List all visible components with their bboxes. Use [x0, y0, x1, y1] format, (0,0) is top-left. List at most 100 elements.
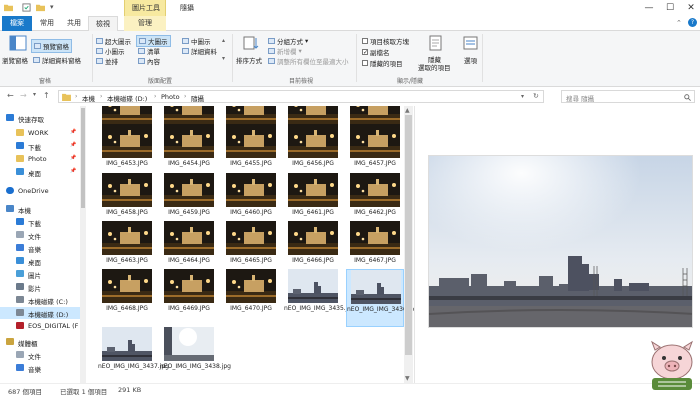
- up-arrow-icon[interactable]: ↑: [43, 91, 50, 100]
- navigation-pane-button[interactable]: 瀏覽窗格: [2, 55, 28, 65]
- pin-icon[interactable]: 📌: [70, 129, 76, 135]
- properties-icon[interactable]: [22, 3, 31, 12]
- breadcrumb-item[interactable]: 本機: [82, 93, 95, 103]
- file-tile[interactable]: IMG_6463.JPG: [98, 221, 156, 270]
- item-checkboxes-toggle[interactable]: 項目核取方塊: [362, 36, 409, 46]
- hide-selected-icon[interactable]: [427, 35, 445, 51]
- maximize-button[interactable]: ☐: [663, 2, 677, 14]
- pin-icon[interactable]: 📌: [70, 168, 76, 174]
- file-tile[interactable]: IMG_6469.JPG: [160, 269, 218, 318]
- navigation-pane-icon[interactable]: [9, 35, 27, 51]
- file-tile[interactable]: IMG_6470.JPG: [222, 269, 280, 318]
- file-tile[interactable]: IMG_6466.JPG: [284, 221, 342, 270]
- layout-details[interactable]: 詳細資料: [182, 46, 217, 56]
- address-dropdown-icon[interactable]: ▾: [521, 93, 524, 100]
- layout-more-icon[interactable]: ▾: [222, 55, 225, 62]
- layout-medium-icons[interactable]: 中圖示: [182, 36, 211, 46]
- tab-file[interactable]: 檔案: [2, 16, 32, 31]
- sidebar-item[interactable]: 音樂: [0, 242, 80, 254]
- details-pane-button[interactable]: 詳細資料窗格: [33, 55, 81, 65]
- minimize-button[interactable]: —: [642, 2, 656, 14]
- close-button[interactable]: ✕: [684, 2, 698, 14]
- file-tile[interactable]: nEO_IMG_IMG_3437.jpg: [98, 327, 169, 383]
- sort-by-icon[interactable]: [242, 35, 260, 51]
- quick-access-dropdown-icon[interactable]: ▾: [50, 3, 54, 11]
- file-tile[interactable]: IMG_6454.JPG: [160, 124, 218, 173]
- tab-manage[interactable]: 管理: [124, 16, 166, 31]
- file-tile[interactable]: IMG_6455.JPG: [222, 124, 280, 173]
- file-tile[interactable]: IMG_6458.JPG: [98, 173, 156, 222]
- sidebar-item[interactable]: 快速存取: [0, 112, 80, 124]
- refresh-icon[interactable]: ↻: [533, 92, 539, 100]
- layout-content[interactable]: 內容: [138, 56, 160, 66]
- tab-home[interactable]: 常用: [34, 16, 60, 31]
- sidebar-item[interactable]: 桌面: [0, 255, 80, 267]
- sidebar-item[interactable]: Photo 📌: [0, 153, 80, 165]
- layout-scroll-up-icon[interactable]: ▴: [222, 37, 225, 44]
- hide-selected-button-line2[interactable]: 選取的項目: [418, 62, 451, 72]
- collapse-ribbon-icon[interactable]: ⌃: [676, 19, 682, 27]
- breadcrumb-item[interactable]: 隨攝: [191, 93, 204, 103]
- sidebar-scroll-thumb[interactable]: [81, 108, 85, 208]
- file-tile[interactable]: IMG_6464.JPG: [160, 221, 218, 270]
- sort-by-button[interactable]: 排序方式: [236, 55, 262, 65]
- file-tile[interactable]: IMG_6456.JPG: [284, 124, 342, 173]
- breadcrumb-item[interactable]: Photo: [161, 93, 180, 101]
- back-arrow-icon[interactable]: ←: [7, 91, 14, 100]
- help-icon[interactable]: ?: [688, 18, 697, 27]
- layout-label: 詳細資料: [191, 48, 217, 56]
- sidebar-item[interactable]: 本機: [0, 203, 80, 215]
- breadcrumb-item[interactable]: 本機磁碟 (D:): [107, 93, 147, 103]
- sidebar-item[interactable]: 本機磁碟 (D:): [0, 307, 80, 319]
- sidebar-item[interactable]: 桌面 📌: [0, 166, 80, 178]
- options-button[interactable]: 選項: [464, 55, 477, 65]
- layout-small-icons[interactable]: 小圖示: [96, 46, 125, 56]
- file-tile[interactable]: IMG_6461.JPG: [284, 173, 342, 222]
- new-folder-icon[interactable]: [36, 3, 45, 12]
- search-box[interactable]: 搜尋 隨攝: [561, 90, 695, 103]
- pin-icon[interactable]: 📌: [70, 155, 76, 161]
- pin-icon[interactable]: 📌: [70, 142, 76, 148]
- tab-view[interactable]: 檢視: [88, 16, 118, 32]
- file-tile[interactable]: nEO_IMG_IMG_3436.jpg: [346, 269, 414, 327]
- sidebar-item[interactable]: 文件: [0, 349, 80, 361]
- layout-list[interactable]: 清單: [138, 46, 160, 56]
- preview-pane-button[interactable]: 預覽窗格: [31, 39, 72, 53]
- file-extensions-toggle[interactable]: ✓ 副檔名: [362, 47, 390, 57]
- file-tile[interactable]: nEO_IMG_IMG_3438.jpg: [160, 327, 231, 383]
- file-list-scroll-thumb[interactable]: [405, 115, 412, 355]
- tab-share[interactable]: 共用: [61, 16, 87, 31]
- sidebar-item[interactable]: 圖片: [0, 268, 80, 280]
- sidebar-item[interactable]: 文件: [0, 229, 80, 241]
- file-tile[interactable]: IMG_6459.JPG: [160, 173, 218, 222]
- sidebar-item[interactable]: EOS_DIGITAL (F: [0, 320, 80, 332]
- options-icon[interactable]: [462, 35, 480, 51]
- layout-tiles[interactable]: 並排: [96, 56, 118, 66]
- scroll-up-icon[interactable]: ▲: [405, 107, 410, 114]
- file-tile[interactable]: IMG_6467.JPG: [346, 221, 404, 270]
- sidebar-item[interactable]: 媒體櫃: [0, 336, 80, 348]
- sidebar-item[interactable]: 本機磁碟 (C:): [0, 294, 80, 306]
- file-tile[interactable]: IMG_6468.JPG: [98, 269, 156, 318]
- file-tile[interactable]: IMG_6453.JPG: [98, 124, 156, 173]
- add-columns-button[interactable]: 新增欄 ▾: [268, 46, 302, 56]
- size-all-columns-button[interactable]: 調整所有欄位至最適大小: [268, 56, 349, 66]
- recent-locations-icon[interactable]: ▾: [33, 91, 36, 98]
- sidebar-item[interactable]: 下載 📌: [0, 140, 80, 152]
- address-bar[interactable]: › 本機 › 本機磁碟 (D:) › Photo › 隨攝 ▾ ↻: [58, 90, 544, 103]
- hidden-items-toggle[interactable]: 隱藏的項目: [362, 58, 403, 68]
- file-tile[interactable]: IMG_6457.JPG: [346, 124, 404, 173]
- sidebar-item[interactable]: 下載: [0, 216, 80, 228]
- forward-arrow-icon[interactable]: →: [20, 91, 27, 100]
- sidebar-item[interactable]: 影片: [0, 281, 80, 293]
- sidebar-item[interactable]: 音樂: [0, 362, 80, 374]
- file-tile[interactable]: IMG_6462.JPG: [346, 173, 404, 222]
- scroll-down-icon[interactable]: ▼: [405, 375, 410, 382]
- file-tile[interactable]: IMG_6465.JPG: [222, 221, 280, 270]
- file-tile[interactable]: nEO_IMG_IMG_3435.jpg: [284, 269, 355, 327]
- sidebar-item[interactable]: WORK 📌: [0, 127, 80, 139]
- file-tile[interactable]: IMG_6460.JPG: [222, 173, 280, 222]
- layout-extra-large-icons[interactable]: 超大圖示: [96, 36, 131, 46]
- group-by-button[interactable]: 分組方式 ▾: [268, 36, 308, 46]
- sidebar-item[interactable]: OneDrive: [0, 185, 80, 197]
